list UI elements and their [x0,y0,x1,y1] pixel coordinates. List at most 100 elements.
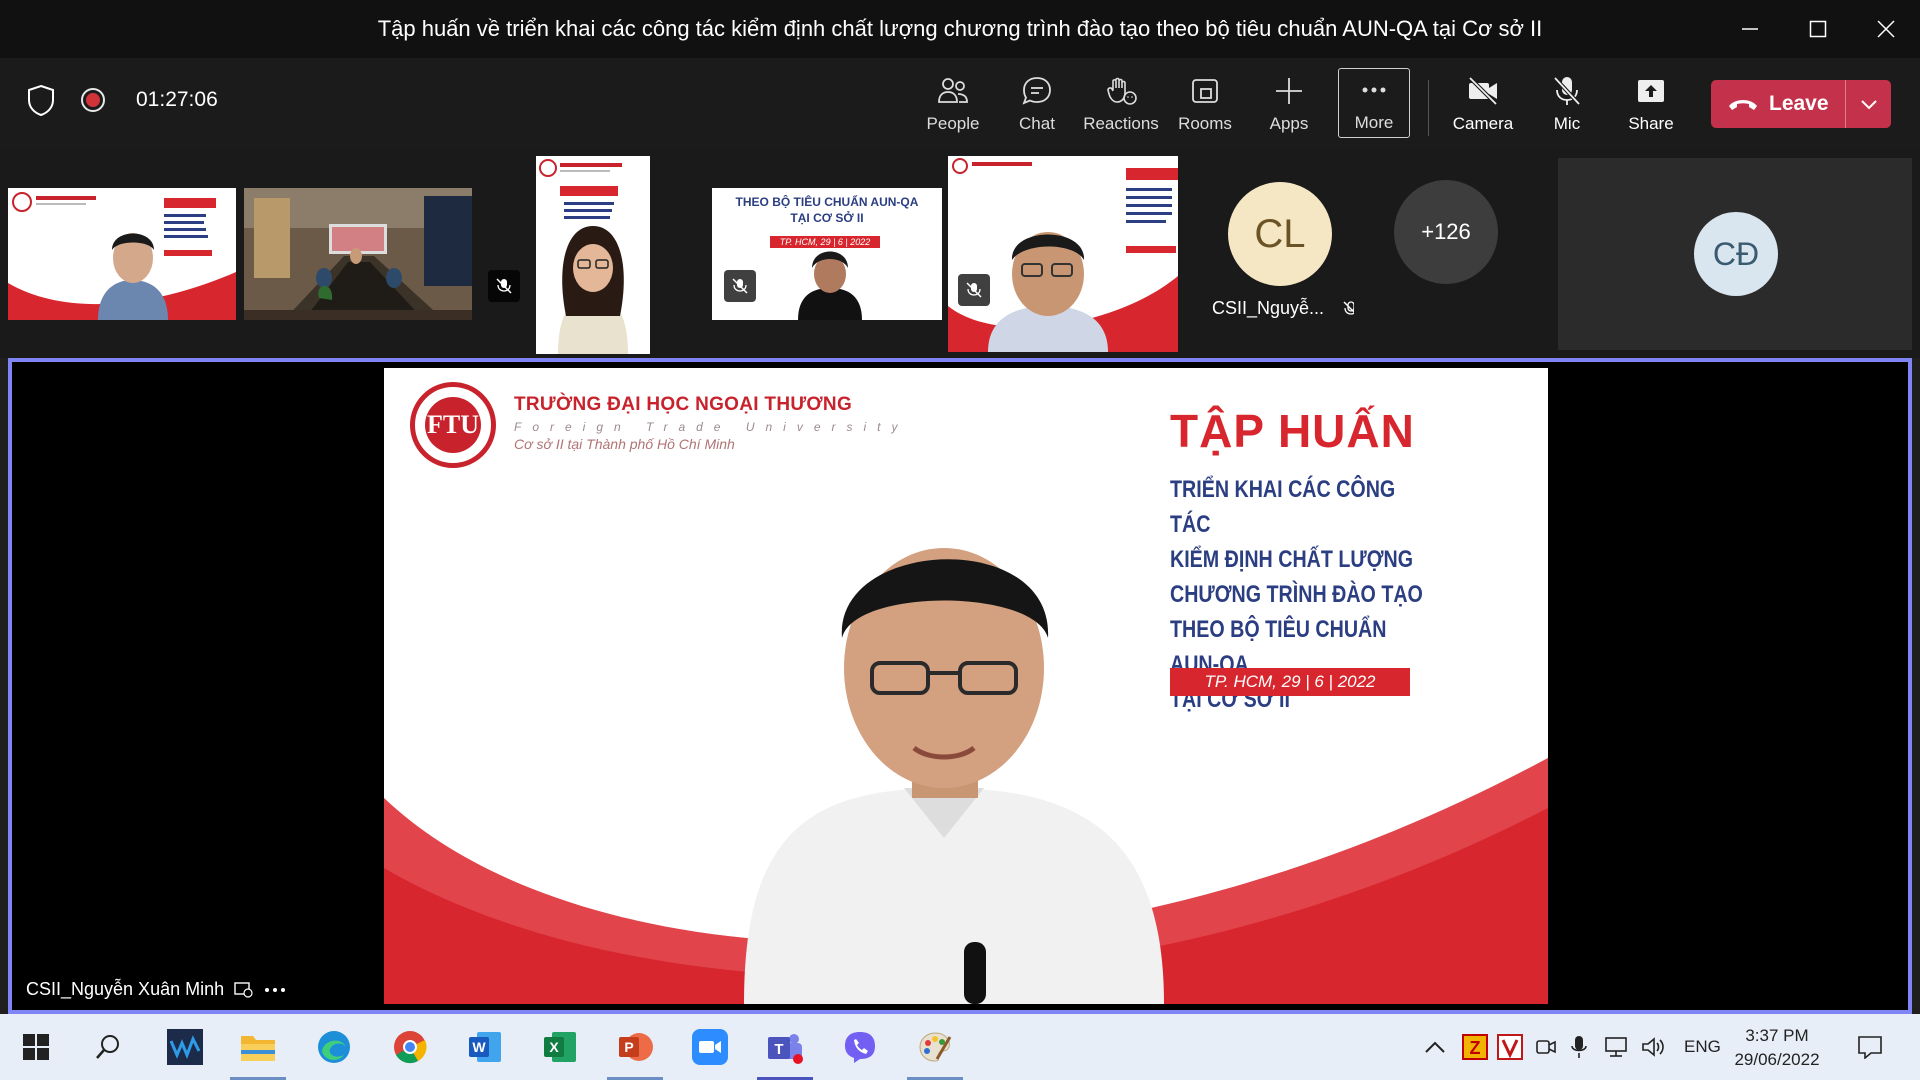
minimize-button[interactable] [1716,0,1784,58]
taskbar-teams[interactable]: T [763,1025,807,1069]
share-icon [1638,80,1664,102]
meeting-timer: 01:27:06 [136,88,218,111]
tray-microphone[interactable] [1570,1014,1588,1080]
reactions-label: Reactions [1083,114,1159,133]
tray-network[interactable] [1604,1014,1630,1080]
slide-line: KIỂM ĐỊNH CHẤT LƯỢNG [1170,546,1414,573]
participant-video-tile[interactable] [8,188,236,320]
taskbar-viber[interactable] [838,1025,882,1069]
close-button[interactable] [1852,0,1920,58]
mic-off-icon [966,282,982,298]
tray-volume[interactable] [1641,1014,1667,1080]
taskbar-word[interactable]: W [463,1025,507,1069]
tray-filezilla[interactable]: Z [1462,1014,1488,1080]
rooms-label: Rooms [1178,114,1232,133]
avatar: CL [1228,182,1332,286]
reactions-icon [1107,77,1137,105]
taskbar-zoom[interactable] [688,1025,732,1069]
leave-button-group: Leave [1711,80,1891,128]
taskbar-chrome[interactable] [388,1025,432,1069]
reactions-button[interactable]: Reactions [1081,70,1161,140]
search-icon [96,1035,119,1059]
mic-label: Mic [1553,114,1581,133]
paint-palette-icon [919,1032,952,1062]
start-button[interactable] [14,1025,58,1069]
network-icon [1605,1037,1627,1057]
people-button[interactable]: People [913,70,993,140]
more-participants-button[interactable]: +126 [1394,180,1498,284]
apps-button[interactable]: Apps [1249,70,1329,140]
svg-text:T: T [774,1041,783,1058]
taskbar-excel[interactable]: X [538,1025,582,1069]
taskbar-file-explorer[interactable] [236,1025,280,1069]
toolbar-divider [1428,80,1429,136]
chrome-icon [394,1031,427,1064]
leave-options-button[interactable] [1846,80,1891,128]
taskbar-app-audio[interactable] [163,1025,207,1069]
speaker-video: FTU TRƯỜNG ĐẠI HỌC NGOẠI THƯƠNG Foreign … [384,368,1548,1004]
recording-icon [81,88,105,112]
word-icon: W [469,1032,501,1062]
people-icon [938,78,968,103]
maximize-icon [1809,20,1827,38]
share-button[interactable]: Share [1611,70,1691,140]
mic-off-icon [496,278,512,294]
main-video-stage[interactable]: FTU TRƯỜNG ĐẠI HỌC NGOẠI THƯƠNG Foreign … [8,358,1912,1014]
rooms-icon [1192,79,1218,103]
more-button[interactable]: More [1338,68,1410,138]
taskbar-clock[interactable]: 3:37 PM 29/06/2022 [1722,1024,1832,1072]
university-logo: FTU [410,382,496,468]
notifications-button[interactable] [1857,1014,1883,1080]
mic-off-icon [1343,300,1354,315]
clock-date: 29/06/2022 [1734,1050,1820,1069]
rooms-button[interactable]: Rooms [1165,70,1245,140]
minimize-icon [1742,28,1758,30]
taskbar-powerpoint[interactable]: P [613,1025,657,1069]
muted-indicator [488,270,520,302]
title-bar: Tập huấn về triển khai các công tác kiểm… [0,0,1920,58]
meet-now-icon [1536,1040,1556,1054]
participant-video-tile[interactable] [948,156,1178,352]
window-title: Tập huấn về triển khai các công tác kiểm… [377,16,1543,41]
mic-button[interactable]: Mic [1527,70,1607,140]
folder-icon [241,1036,275,1061]
participant-video-graphic [948,156,1178,352]
viber-icon [845,1032,875,1063]
participant-name: CSII_Nguyễ... [1212,298,1325,318]
search-button[interactable] [86,1025,130,1069]
chat-icon [1022,77,1051,105]
participant-video-tile[interactable]: THEO BỘ TIÊU CHUẨN AUN-QA TẠI CƠ SỞ II T… [712,188,942,320]
filezilla-icon: Z [1462,1034,1488,1060]
participant-video-tile[interactable] [244,188,472,320]
camera-button[interactable]: Camera [1443,70,1523,140]
taskbar-paint[interactable] [913,1025,957,1069]
avatar: CĐ [1694,212,1778,296]
leave-button[interactable]: Leave [1711,80,1845,128]
chevron-up-icon[interactable] [1424,1040,1446,1054]
participant-avatar-tile[interactable]: CL CSII_Nguyễ... [1186,150,1354,358]
participant-video-tile[interactable] [478,150,708,358]
more-options-icon[interactable] [264,986,286,994]
maximize-button[interactable] [1784,0,1852,58]
participant-avatar-tile[interactable]: CĐ [1558,158,1912,350]
mic-off-icon [732,278,748,294]
taskbar-edge[interactable] [312,1025,356,1069]
chat-button[interactable]: Chat [997,70,1077,140]
people-label: People [926,114,980,133]
plus-icon [1276,78,1302,104]
conference-room-graphic [244,188,472,320]
leave-label: Leave [1769,92,1829,115]
tray-language[interactable]: ENG [1684,1014,1721,1080]
notification-icon [1858,1036,1882,1059]
clock-time: 3:37 PM [1745,1026,1809,1045]
waveform-app-icon [167,1029,203,1065]
share-label: Share [1628,114,1674,133]
hang-up-icon [1729,100,1757,110]
speaker-caption: CSII_Nguyễn Xuân Minh [26,979,286,1000]
tray-vnc[interactable] [1497,1014,1523,1080]
logo-letters: FTU [425,397,481,453]
tray-meeting[interactable] [1535,1014,1557,1080]
speaker-volume-icon [1642,1037,1664,1057]
vnc-icon [1497,1034,1523,1060]
shield-icon[interactable] [26,84,56,116]
